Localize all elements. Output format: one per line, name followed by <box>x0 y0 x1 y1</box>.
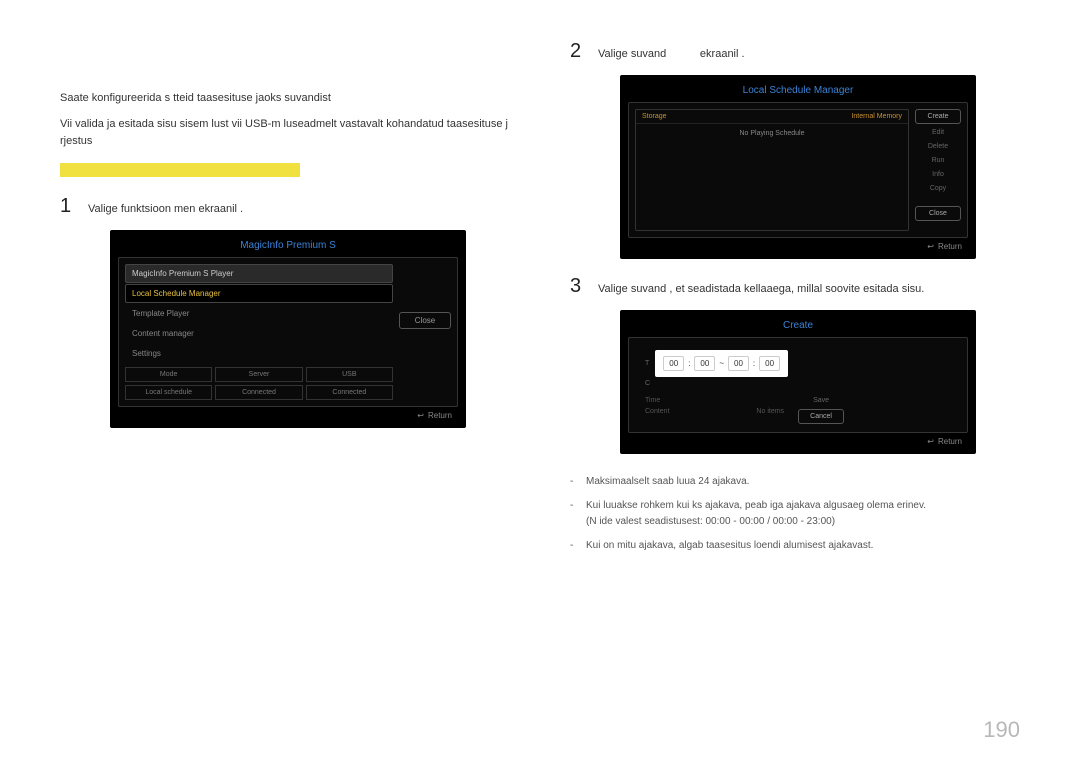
create-c-label: C <box>641 380 650 387</box>
note-2a: Kui luuakse rohkem kui ks ajakava, peab … <box>586 500 926 511</box>
time-colon-1: : <box>688 359 690 368</box>
intro-line-1: Saate konfigureerida s tteid taasesituse… <box>60 90 530 108</box>
return-icon[interactable] <box>927 437 938 446</box>
highlight-bar <box>60 163 300 177</box>
intro-line-2: Vii valida ja esitada sisu sisem lust vi… <box>60 116 530 151</box>
create-title: Create <box>628 318 968 337</box>
time-h2[interactable]: 00 <box>728 356 749 371</box>
grid-connected-2: Connected <box>306 385 393 400</box>
magicinfo-close-button[interactable]: Close <box>399 312 451 329</box>
step-1-number: 1 <box>60 195 76 218</box>
page-number: 190 <box>983 717 1020 743</box>
menu-player[interactable]: MagicInfo Premium S Player <box>125 264 393 283</box>
grid-connected-1: Connected <box>215 385 302 400</box>
menu-content[interactable]: Content manager <box>125 324 393 343</box>
lsm-return[interactable]: Return <box>938 242 962 251</box>
step-2-text-a: Valige suvand <box>598 48 666 60</box>
note-1: Maksimaalselt saab luua 24 ajakava. <box>586 474 1020 490</box>
notes-list: - Maksimaalselt saab luua 24 ajakava. - … <box>570 474 1020 554</box>
magicinfo-frame: MagicInfo Premium S MagicInfo Premium S … <box>110 230 466 428</box>
magicinfo-title: MagicInfo Premium S <box>118 238 458 257</box>
lsm-create-button[interactable]: Create <box>915 109 961 124</box>
step-2-text-b: ekraanil . <box>700 48 745 60</box>
step-3-number: 3 <box>570 275 586 298</box>
menu-lsm[interactable]: Local Schedule Manager <box>125 284 393 303</box>
create-cancel-button[interactable]: Cancel <box>798 409 844 424</box>
return-icon[interactable] <box>927 242 938 251</box>
lsm-delete-button[interactable]: Delete <box>915 141 961 152</box>
create-save-button[interactable]: Save <box>798 395 844 406</box>
lsm-title: Local Schedule Manager <box>628 83 968 102</box>
grid-usb: USB <box>306 367 393 382</box>
time-m1[interactable]: 00 <box>694 356 715 371</box>
lsm-internal-label: Internal Memory <box>851 113 902 120</box>
time-tilde: ~ <box>719 359 724 368</box>
magicinfo-return[interactable]: Return <box>428 411 452 420</box>
create-noitems: No items <box>756 408 784 415</box>
lsm-info-button[interactable]: Info <box>915 169 961 180</box>
lsm-close-button[interactable]: Close <box>915 206 961 221</box>
lsm-edit-button[interactable]: Edit <box>915 127 961 138</box>
note-2: Kui luuakse rohkem kui ks ajakava, peab … <box>586 498 1020 530</box>
menu-template[interactable]: Template Player <box>125 304 393 323</box>
note-2b: (N ide valest seadistusest: 00:00 - 00:0… <box>586 516 835 527</box>
return-icon[interactable] <box>417 411 428 420</box>
grid-local: Local schedule <box>125 385 212 400</box>
menu-settings[interactable]: Settings <box>125 344 393 363</box>
grid-server: Server <box>215 367 302 382</box>
create-time-label: Time <box>645 397 660 404</box>
note-dash: - <box>570 538 578 554</box>
create-frame: Create T 00 : 00 ~ 00 : <box>620 310 976 454</box>
note-3: Kui on mitu ajakava, algab taasesitus lo… <box>586 538 1020 554</box>
create-return[interactable]: Return <box>938 437 962 446</box>
lsm-frame: Local Schedule Manager Storage Internal … <box>620 75 976 259</box>
time-h1[interactable]: 00 <box>663 356 684 371</box>
step-2-text: Valige suvand ekraanil . <box>598 48 1020 60</box>
lsm-copy-button[interactable]: Copy <box>915 183 961 194</box>
lsm-noplaying: No Playing Schedule <box>636 124 908 143</box>
create-t-label: T <box>641 360 649 367</box>
note-dash: - <box>570 498 578 530</box>
time-m2[interactable]: 00 <box>759 356 780 371</box>
lsm-storage-label: Storage <box>642 113 667 120</box>
note-dash: - <box>570 474 578 490</box>
time-colon-2: : <box>753 359 755 368</box>
step-2-number: 2 <box>570 40 586 63</box>
create-content-label: Content <box>645 408 670 415</box>
step-3-text: Valige suvand , et seadistada kellaaega,… <box>598 283 1020 295</box>
grid-mode: Mode <box>125 367 212 382</box>
step-1-text: Valige funktsioon men ekraanil . <box>88 203 530 215</box>
lsm-run-button[interactable]: Run <box>915 155 961 166</box>
